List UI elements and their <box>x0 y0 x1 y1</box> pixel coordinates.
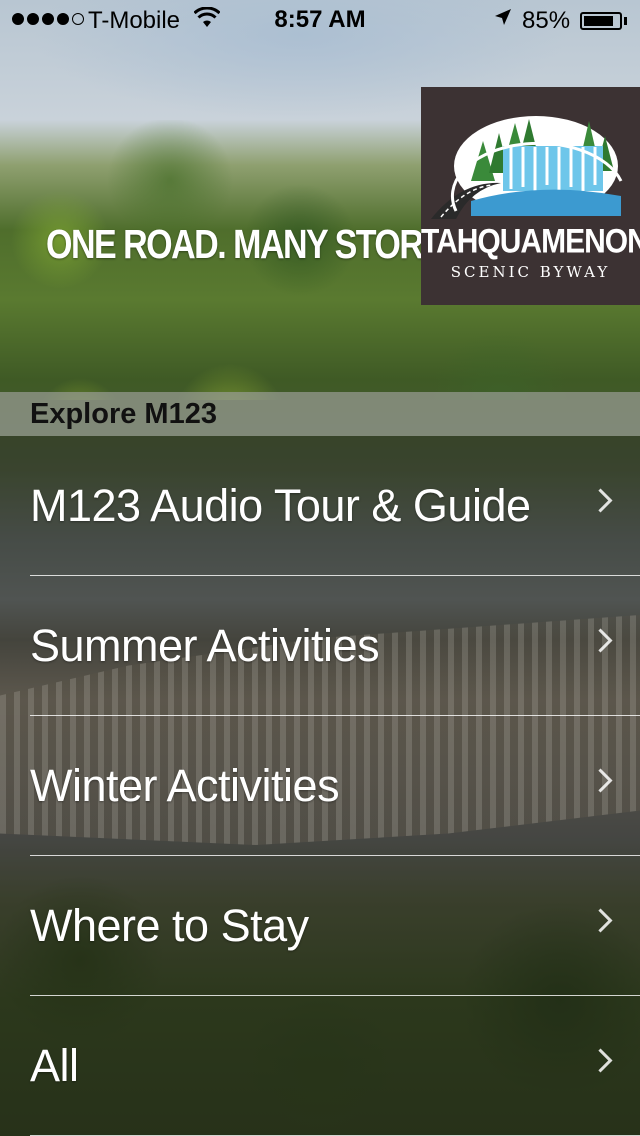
menu-item-where-to-stay[interactable]: Where to Stay <box>0 856 640 996</box>
tagline: ONE ROAD. MANY STORIES. <box>46 222 482 268</box>
chevron-right-icon <box>588 488 613 513</box>
menu-item-summer-activities[interactable]: Summer Activities <box>0 576 640 716</box>
menu-item-label: All <box>30 1040 79 1091</box>
battery-percentage: 85% <box>522 7 571 34</box>
app-screen: T-Mobile 8:57 AM 85% ONE ROAD. MANY STOR… <box>0 0 640 1136</box>
chevron-right-icon <box>588 628 613 653</box>
byway-logo: TAHQUAMENON SCENIC BYWAY <box>421 87 640 305</box>
menu-item-all[interactable]: All <box>0 996 640 1136</box>
battery-icon <box>580 12 622 30</box>
chevron-right-icon <box>588 908 613 933</box>
menu-item-label: Winter Activities <box>30 760 340 811</box>
section-title: Explore M123 <box>30 398 217 430</box>
battery-tip <box>624 17 627 25</box>
logo-subtitle: SCENIC BYWAY <box>450 263 611 281</box>
status-bar: T-Mobile 8:57 AM 85% <box>0 0 640 40</box>
menu-item-winter-activities[interactable]: Winter Activities <box>0 716 640 856</box>
menu-item-audio-tour[interactable]: M123 Audio Tour & Guide <box>0 436 640 576</box>
menu-list: M123 Audio Tour & Guide Summer Activitie… <box>0 436 640 1136</box>
logo-title: TAHQUAMENON <box>421 222 640 261</box>
menu-item-label: Where to Stay <box>30 900 309 951</box>
waterfall-logo-icon <box>431 116 623 219</box>
menu-item-label: M123 Audio Tour & Guide <box>30 480 531 531</box>
menu-item-label: Summer Activities <box>30 620 380 671</box>
battery-fill <box>584 16 613 26</box>
section-header: Explore M123 <box>0 392 640 436</box>
chevron-right-icon <box>588 768 613 793</box>
chevron-right-icon <box>588 1048 613 1073</box>
location-arrow-icon <box>494 8 512 31</box>
